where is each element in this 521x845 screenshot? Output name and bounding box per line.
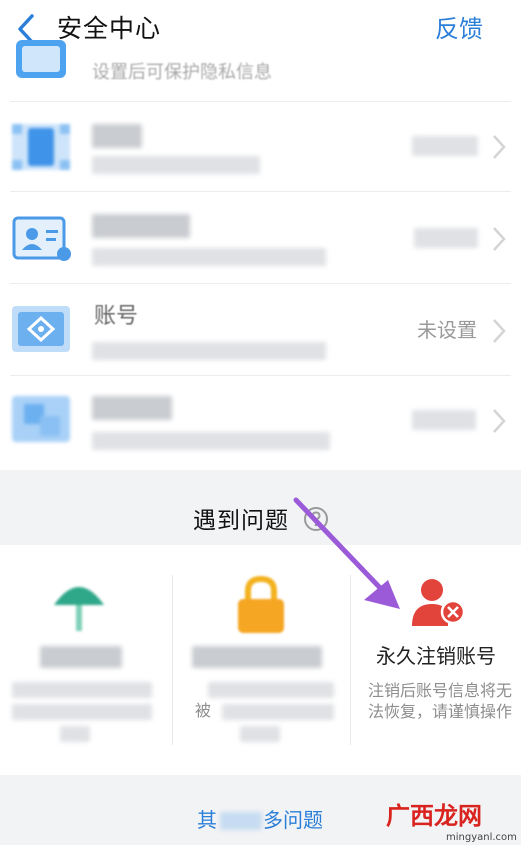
chevron-right-icon xyxy=(493,319,506,343)
chevron-right-icon xyxy=(493,135,506,159)
privacy-icon xyxy=(16,40,66,78)
more-link-end: 多问题 xyxy=(263,808,323,832)
page-title: 安全中心 xyxy=(57,14,162,43)
chevron-right-icon xyxy=(493,227,506,251)
delete-account-icon xyxy=(412,579,466,626)
security-settings-list: 设置后可保护隐私信息 账号 未设置 xyxy=(0,40,521,470)
card-desc: 被 xyxy=(194,701,211,720)
chevron-right-icon xyxy=(493,409,506,433)
list-item[interactable]: 账号 未设置 xyxy=(0,284,521,376)
watermark-logo: 广西龙网 xyxy=(386,802,482,830)
security-tool-icon xyxy=(12,396,70,442)
watermark-url: mingyanl.com xyxy=(446,832,517,843)
lock-icon xyxy=(238,575,284,633)
card-desc: 注销后账号信息将无法恢复，请谨慎操作 xyxy=(367,681,512,721)
card-title: 永久注销账号 xyxy=(376,644,496,668)
row-title: 账号 xyxy=(94,304,139,329)
problems-title: 遇到问题 xyxy=(193,508,289,534)
app-lock-icon xyxy=(12,124,70,170)
row-status: 未设置 xyxy=(417,318,477,342)
account-icon xyxy=(12,306,70,352)
identity-card-icon xyxy=(12,216,71,261)
list-item[interactable] xyxy=(0,376,521,470)
umbrella-icon xyxy=(54,587,104,631)
top-bar: 安全中心 反馈 xyxy=(0,0,521,58)
list-item[interactable] xyxy=(0,192,521,284)
more-link-start: 其 xyxy=(197,808,217,832)
feedback-button[interactable]: 反馈 xyxy=(435,12,483,46)
row-subtitle: 设置后可保护隐私信息 xyxy=(92,62,272,83)
list-item[interactable]: 设置后可保护隐私信息 xyxy=(0,40,521,102)
question-circle-icon[interactable] xyxy=(303,506,329,532)
list-item[interactable] xyxy=(0,102,521,192)
